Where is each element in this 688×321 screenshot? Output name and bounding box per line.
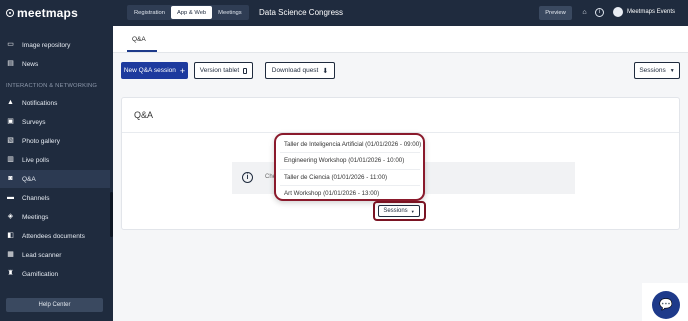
sidebar-item-news[interactable]: ▤ News bbox=[0, 55, 110, 73]
session-option[interactable]: Taller de Ciencia (01/01/2026 - 11:00) bbox=[284, 174, 387, 181]
sidebar-item-label: Q&A bbox=[22, 175, 36, 183]
sidebar-item-label: News bbox=[22, 60, 39, 68]
sidebar-item-label: Surveys bbox=[22, 118, 46, 126]
sidebar-item-photo-gallery[interactable]: ▧ Photo gallery bbox=[0, 132, 110, 150]
image-repository-icon: ▭ bbox=[7, 41, 14, 48]
sidebar-section-label: INTERACTION & NETWORKING bbox=[6, 83, 98, 89]
sidebar: meetmaps ▭ Image repository ▤ News INTER… bbox=[0, 0, 113, 321]
sidebar-item-lead-scanner[interactable]: ▦ Lead scanner bbox=[0, 246, 110, 264]
sidebar-item-gamification[interactable]: ♜ Gamification bbox=[0, 265, 110, 283]
sidebar-scrollbar[interactable] bbox=[110, 192, 113, 237]
avatar bbox=[613, 7, 623, 17]
new-qa-session-button[interactable]: New Q&A session + bbox=[121, 62, 188, 79]
tab-registration[interactable]: Registration bbox=[128, 6, 171, 19]
sidebar-item-notifications[interactable]: ▲ Notifications bbox=[0, 94, 110, 112]
tab-qa[interactable]: Q&A bbox=[132, 36, 146, 43]
chat-icon: 💬 bbox=[659, 299, 673, 311]
top-tab-group: Registration App & Web Meetings bbox=[127, 5, 249, 20]
sidebar-item-label: Live polls bbox=[22, 156, 50, 164]
tablet-icon bbox=[243, 67, 248, 74]
qa-icon: ◙ bbox=[8, 175, 13, 182]
caret-down-icon: ▼ bbox=[410, 208, 415, 214]
sessions-dropdown-top[interactable]: Sessions ▼ bbox=[634, 62, 680, 79]
sessions-highlight: Sessions ▼ bbox=[373, 201, 426, 221]
sidebar-item-label: Meetings bbox=[22, 213, 49, 221]
trophy-icon: ♜ bbox=[7, 270, 14, 277]
tab-app-web[interactable]: App & Web bbox=[170, 6, 213, 19]
sidebar-item-label: Photo gallery bbox=[22, 137, 60, 145]
session-option[interactable]: Engineering Workshop (01/01/2026 - 10:00… bbox=[284, 157, 404, 164]
news-icon: ▤ bbox=[7, 60, 14, 67]
subnav: Q&A bbox=[113, 26, 688, 53]
sidebar-item-label: Notifications bbox=[22, 99, 58, 107]
sidebar-item-channels[interactable]: ▬ Channels bbox=[0, 189, 110, 207]
scanner-icon: ▦ bbox=[7, 251, 14, 258]
sidebar-item-meetings[interactable]: ◈ Meetings bbox=[0, 208, 110, 226]
version-tablet-label: Version tablet bbox=[199, 67, 240, 74]
download-quest-button[interactable]: Download quest ⬇ bbox=[265, 62, 335, 79]
preview-button[interactable]: Preview bbox=[539, 6, 572, 20]
topbar: Registration App & Web Meetings Data Sci… bbox=[113, 0, 688, 26]
new-qa-session-label: New Q&A session bbox=[123, 67, 176, 74]
divider bbox=[280, 169, 420, 170]
sidebar-item-qa[interactable]: ◙ Q&A bbox=[0, 170, 110, 188]
sidebar-item-label: Lead scanner bbox=[22, 251, 62, 259]
poll-icon: ▥ bbox=[7, 156, 14, 163]
help-center-button[interactable]: Help Center bbox=[6, 298, 103, 312]
bell-icon[interactable]: ⌂ bbox=[580, 8, 589, 17]
sidebar-item-attendees-documents[interactable]: ◧ Attendees documents bbox=[0, 227, 110, 245]
logo[interactable]: meetmaps bbox=[6, 6, 78, 20]
channels-icon: ▬ bbox=[7, 194, 14, 201]
bell-icon: ▲ bbox=[7, 99, 14, 106]
user-menu[interactable]: Meetmaps Events bbox=[613, 7, 675, 17]
info-icon[interactable]: i bbox=[595, 8, 604, 17]
active-tab-indicator bbox=[127, 50, 157, 52]
sessions-button[interactable]: Sessions ▼ bbox=[378, 205, 420, 217]
divider bbox=[280, 185, 420, 186]
sessions-label: Sessions bbox=[383, 208, 408, 214]
logo-text: meetmaps bbox=[17, 6, 78, 20]
sidebar-item-live-polls[interactable]: ▥ Live polls bbox=[0, 151, 110, 169]
survey-icon: ▣ bbox=[7, 118, 14, 125]
card-title: Q&A bbox=[134, 110, 154, 120]
info-icon: i bbox=[242, 172, 253, 183]
sessions-label: Sessions bbox=[639, 67, 666, 74]
logo-mark-icon bbox=[6, 9, 14, 17]
session-option[interactable]: Art Workshop (01/01/2026 - 13:00) bbox=[284, 190, 379, 197]
handshake-icon: ◈ bbox=[7, 213, 14, 220]
user-name: Meetmaps Events bbox=[627, 9, 676, 15]
version-tablet-button[interactable]: Version tablet bbox=[194, 62, 253, 79]
sidebar-item-image-repository[interactable]: ▭ Image repository bbox=[0, 36, 110, 54]
sidebar-item-label: Channels bbox=[22, 194, 50, 202]
tab-meetings[interactable]: Meetings bbox=[212, 6, 248, 19]
chat-button[interactable]: 💬 bbox=[652, 291, 680, 319]
caret-down-icon: ▼ bbox=[669, 67, 675, 74]
download-quest-label: Download quest bbox=[271, 67, 319, 74]
sessions-dropdown-menu: Taller de Inteligencia Artificial (01/01… bbox=[274, 133, 425, 201]
sidebar-item-label: Gamification bbox=[22, 270, 59, 278]
photo-icon: ▧ bbox=[7, 137, 14, 144]
sidebar-item-label: Attendees documents bbox=[22, 232, 85, 240]
plus-icon: + bbox=[179, 65, 186, 76]
sidebar-item-label: Image repository bbox=[22, 41, 71, 49]
divider bbox=[280, 152, 420, 153]
download-icon: ⬇ bbox=[322, 67, 329, 75]
session-option[interactable]: Taller de Inteligencia Artificial (01/01… bbox=[284, 141, 421, 148]
documents-icon: ◧ bbox=[7, 232, 14, 239]
sidebar-item-surveys[interactable]: ▣ Surveys bbox=[0, 113, 110, 131]
event-title: Data Science Congress bbox=[259, 8, 344, 17]
